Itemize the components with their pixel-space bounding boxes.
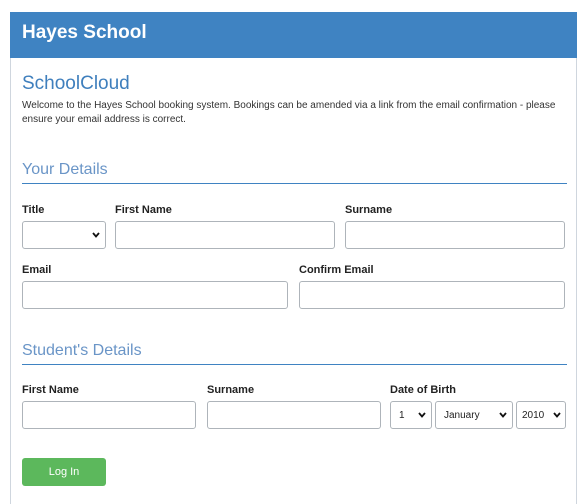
chevron-down-icon (418, 412, 426, 418)
login-button[interactable]: Log In (22, 458, 106, 486)
dob-month-value: January (444, 410, 480, 421)
email-label: Email (22, 264, 52, 276)
confirm-email-label: Confirm Email (299, 264, 374, 276)
dob-month-select[interactable]: January (435, 401, 513, 429)
title-select[interactable] (22, 221, 106, 249)
surname-label: Surname (345, 204, 393, 216)
first-name-label: First Name (115, 204, 172, 216)
your-details-divider (22, 183, 567, 184)
student-first-name-input[interactable] (22, 401, 196, 429)
intro-text: Welcome to the Hayes School booking syst… (22, 100, 556, 125)
app-title: SchoolCloud (22, 73, 130, 94)
student-details-heading: Student's Details (22, 342, 142, 359)
title-label: Title (22, 204, 45, 216)
school-name: Hayes School (22, 22, 147, 43)
confirm-email-input[interactable] (299, 281, 565, 309)
chevron-down-icon (553, 411, 561, 419)
dob-day-value: 1 (399, 410, 405, 421)
chevron-down-icon (92, 232, 100, 238)
student-surname-input[interactable] (207, 401, 381, 429)
your-details-heading: Your Details (22, 161, 108, 178)
surname-input[interactable] (345, 221, 565, 249)
student-surname-label: Surname (207, 384, 255, 396)
chevron-down-icon (499, 412, 507, 418)
dob-year-select[interactable]: 2010 (516, 401, 566, 429)
dob-year-value: 2010 (522, 410, 545, 421)
email-input[interactable] (22, 281, 288, 309)
header-bar: Hayes School (10, 12, 577, 58)
dob-label: Date of Birth (390, 384, 456, 396)
first-name-input[interactable] (115, 221, 335, 249)
student-first-name-label: First Name (22, 384, 79, 396)
student-details-divider (22, 364, 567, 365)
dob-day-select[interactable]: 1 (390, 401, 432, 429)
